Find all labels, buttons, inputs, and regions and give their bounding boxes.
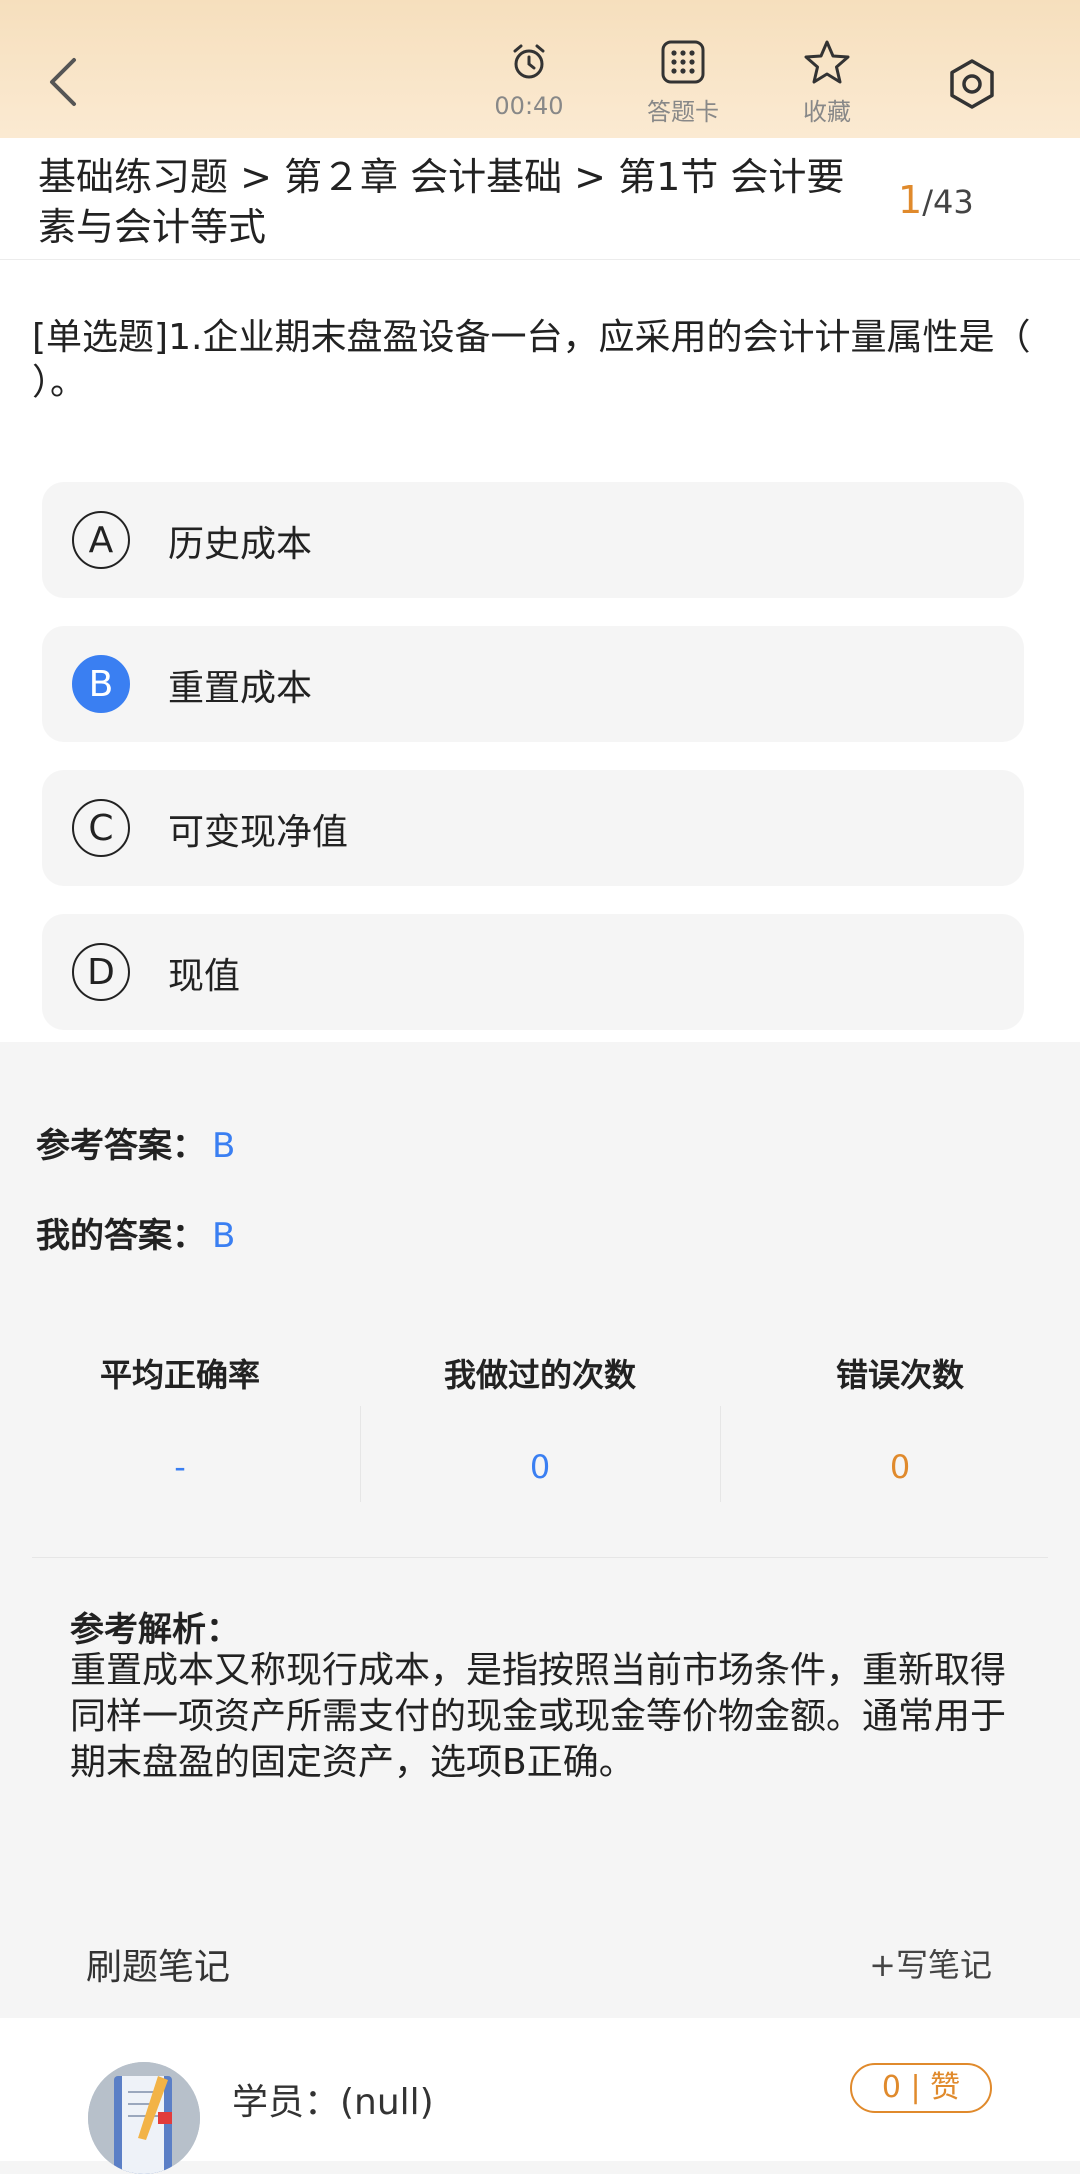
option-b[interactable]: B 重置成本 [42,626,1024,742]
stats-panel: 平均正确率 - 我做过的次数 0 错误次数 0 [0,1350,1080,1502]
alarm-clock-icon [464,36,594,88]
stat-value: - [174,1448,186,1486]
my-answer-label: 我的答案： [36,1216,206,1256]
reference-answer-value: B [212,1126,236,1166]
answer-card-button[interactable]: 答题卡 [618,36,748,127]
stat-value: 0 [889,1448,911,1486]
favorite-label: 收藏 [803,98,851,126]
answer-card-label: 答题卡 [647,98,719,126]
back-icon[interactable] [40,52,90,112]
option-c[interactable]: C 可变现净值 [42,770,1024,886]
reference-answer: 参考答案： B [36,1118,235,1167]
star-icon [762,36,892,88]
analysis-title: 参考解析： [70,1610,240,1650]
like-button[interactable]: 0 | 赞 [850,2063,992,2113]
grid-icon [618,36,748,88]
notes-header: 刷题笔记 [86,1947,231,1988]
option-d[interactable]: D 现值 [42,914,1024,1030]
question-text: [单选题]1.企业期末盘盈设备一台，应采用的会计计量属性是（ ）。 [32,317,1031,403]
favorite-button[interactable]: 收藏 [762,36,892,127]
avatar [88,2062,200,2174]
option-letter-selected: B [72,655,130,713]
stat-label: 我做过的次数 [443,1356,636,1394]
page-counter: 1/43 [898,178,974,222]
option-a[interactable]: A 历史成本 [42,482,1024,598]
timer: 00:40 [464,36,594,120]
reference-answer-label: 参考答案： [36,1126,206,1166]
divider [32,1557,1048,1558]
option-text: 重置成本 [168,668,313,709]
stat-label: 错误次数 [835,1356,964,1394]
note-item: 学员：(null) 0 | 赞 [0,2018,1080,2174]
option-text: 可变现净值 [168,812,349,853]
stat-value: 0 [529,1448,551,1486]
top-bar: 00:40 答题卡 收藏 [0,0,1080,138]
stat-attempts: 我做过的次数 0 [360,1350,720,1486]
write-note-button[interactable]: +写笔记 [869,1940,992,1986]
timer-value: 00:40 [494,92,564,120]
gear-icon[interactable] [944,56,1000,112]
option-letter: D [72,943,130,1001]
option-text: 历史成本 [168,524,313,565]
my-answer: 我的答案： B [36,1208,235,1257]
stat-accuracy: 平均正确率 - [0,1350,360,1486]
option-letter: A [72,511,130,569]
my-answer-value: B [212,1216,236,1256]
breadcrumb: 基础练习题 > 第２章 会计基础 > 第1节 会计要素与会计等式 [38,155,845,249]
note-username: 学员：(null) [232,2082,434,2123]
stat-errors: 错误次数 0 [720,1350,1080,1486]
breadcrumb-bar: 基础练习题 > 第２章 会计基础 > 第1节 会计要素与会计等式 1/43 [0,138,1080,260]
option-letter: C [72,799,130,857]
analysis-text: 重置成本又称现行成本，是指按照当前市场条件，重新取得同样一项资产所需支付的现金或… [70,1650,1007,1783]
option-text: 现值 [168,956,241,997]
stat-label: 平均正确率 [99,1356,260,1394]
current-page: 1 [898,178,923,222]
total-pages: /43 [922,183,974,221]
